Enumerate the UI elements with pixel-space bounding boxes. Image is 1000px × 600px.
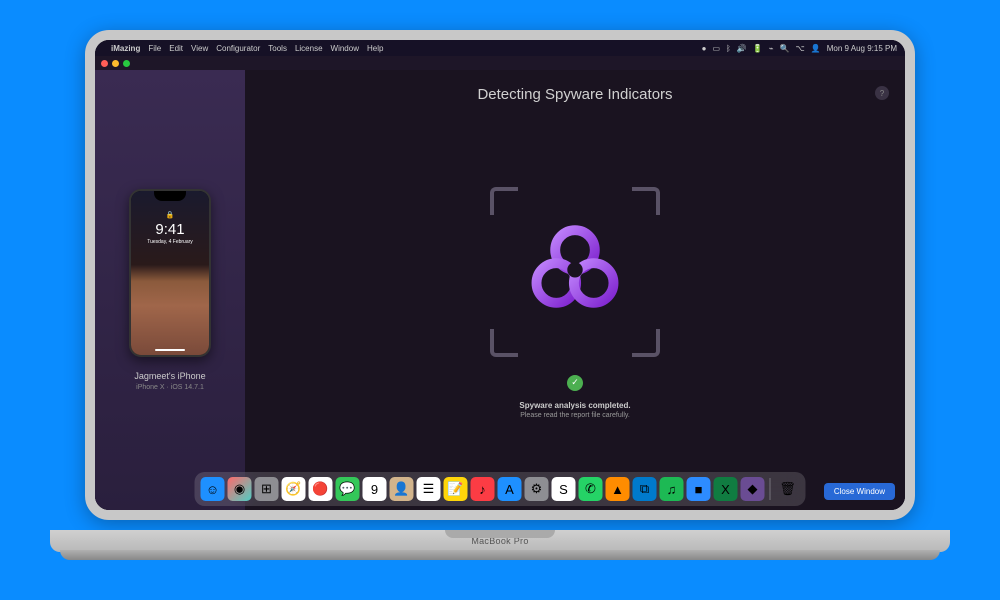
dock-contacts-icon[interactable]: 👤 xyxy=(390,477,414,501)
dock-whatsapp-icon[interactable]: ✆ xyxy=(579,477,603,501)
scan-frame xyxy=(490,187,660,357)
lock-icon: 🔒 xyxy=(166,211,175,219)
dock-safari-icon[interactable]: 🧭 xyxy=(282,477,306,501)
help-button[interactable]: ? xyxy=(875,86,889,100)
status-message-primary: Spyware analysis completed. xyxy=(519,401,630,410)
dock-opera-icon[interactable]: 🔴 xyxy=(309,477,333,501)
dock-spotify-icon[interactable]: ♫ xyxy=(660,477,684,501)
dock-launchpad-icon[interactable]: ⊞ xyxy=(255,477,279,501)
status-bluetooth-icon[interactable]: ᛒ xyxy=(726,44,731,53)
dock-settings-icon[interactable]: ⚙ xyxy=(525,477,549,501)
phone-lockscreen: 🔒 9:41 Tuesday, 4 February xyxy=(131,191,209,355)
status-message-secondary: Please read the report file carefully. xyxy=(520,412,630,419)
success-check-icon: ✓ xyxy=(567,375,583,391)
status-controlcenter-icon[interactable]: ⌥ xyxy=(796,44,805,53)
dock-reminders-icon[interactable]: ☰ xyxy=(417,477,441,501)
dock-zoom-icon[interactable]: ■ xyxy=(687,477,711,501)
menubar-datetime[interactable]: Mon 9 Aug 9:15 PM xyxy=(827,44,897,53)
device-info-label: iPhone X · iOS 14.7.1 xyxy=(136,384,204,391)
menu-file[interactable]: File xyxy=(148,44,161,53)
dock-appstore-icon[interactable]: A xyxy=(498,477,522,501)
dock-finder-icon[interactable]: ☺ xyxy=(201,477,225,501)
macos-menubar: iMazing File Edit View Configurator Tool… xyxy=(95,40,905,56)
status-display-icon[interactable]: ▭ xyxy=(712,44,720,53)
main-panel: Detecting Spyware Indicators ? xyxy=(245,70,905,510)
zoom-window-button[interactable] xyxy=(123,60,130,67)
dock-calendar-icon[interactable]: 9 xyxy=(363,477,387,501)
status-wifi-icon[interactable]: ⌁ xyxy=(769,44,774,53)
dock-imazing-icon[interactable]: ◆ xyxy=(741,477,765,501)
menubar-right: ● ▭ ᛒ 🔊 🔋 ⌁ 🔍 ⌥ 👤 Mon 9 Aug 9:15 PM xyxy=(702,44,897,53)
phone-notch xyxy=(154,191,186,201)
dock-skype-icon[interactable]: S xyxy=(552,477,576,501)
menubar-left: iMazing File Edit View Configurator Tool… xyxy=(103,44,383,53)
close-window-button[interactable] xyxy=(101,60,108,67)
dock-vlc-icon[interactable]: ▲ xyxy=(606,477,630,501)
device-preview[interactable]: 🔒 9:41 Tuesday, 4 February xyxy=(129,189,211,357)
app-name[interactable]: iMazing xyxy=(111,44,140,53)
frame-corner-br xyxy=(632,329,660,357)
frame-corner-tr xyxy=(632,187,660,215)
macos-dock: ☺◉⊞🧭🔴💬9👤☰📝♪A⚙S✆▲⧉♫■X◆ 🗑 xyxy=(195,472,806,506)
laptop-base: MacBook Pro xyxy=(50,530,950,552)
device-sidebar: 🔒 9:41 Tuesday, 4 February Jagmeet's iPh… xyxy=(95,70,245,510)
laptop-notch xyxy=(445,530,555,538)
minimize-window-button[interactable] xyxy=(112,60,119,67)
menu-view[interactable]: View xyxy=(191,44,208,53)
frame-corner-tl xyxy=(490,187,518,215)
menu-tools[interactable]: Tools xyxy=(268,44,287,53)
frame-corner-bl xyxy=(490,329,518,357)
imazing-window: 🔒 9:41 Tuesday, 4 February Jagmeet's iPh… xyxy=(95,56,905,510)
status-search-icon[interactable]: 🔍 xyxy=(780,44,790,53)
device-name-label: Jagmeet's iPhone xyxy=(134,371,205,381)
dock-trash-icon[interactable]: 🗑 xyxy=(776,477,800,501)
close-window-action-button[interactable]: Close Window xyxy=(824,483,895,500)
menu-configurator[interactable]: Configurator xyxy=(216,44,260,53)
dock-music-icon[interactable]: ♪ xyxy=(471,477,495,501)
dock-notes-icon[interactable]: 📝 xyxy=(444,477,468,501)
scan-result-area: ✓ Spyware analysis completed. Please rea… xyxy=(261,111,889,494)
biohazard-icon xyxy=(520,217,630,327)
dock-divider xyxy=(770,478,771,500)
status-record-icon[interactable]: ● xyxy=(702,44,707,53)
status-user-icon[interactable]: 👤 xyxy=(811,44,821,53)
panel-title: Detecting Spyware Indicators xyxy=(261,86,889,103)
home-indicator xyxy=(155,349,185,351)
menu-help[interactable]: Help xyxy=(367,44,383,53)
phone-date: Tuesday, 4 February xyxy=(147,239,193,245)
phone-time: 9:41 xyxy=(155,221,184,238)
dock-vscode-icon[interactable]: ⧉ xyxy=(633,477,657,501)
window-titlebar xyxy=(95,56,905,70)
menu-edit[interactable]: Edit xyxy=(169,44,183,53)
status-battery-icon[interactable]: 🔋 xyxy=(753,44,763,53)
menu-window[interactable]: Window xyxy=(331,44,359,53)
desktop: iMazing File Edit View Configurator Tool… xyxy=(95,40,905,510)
window-content: 🔒 9:41 Tuesday, 4 February Jagmeet's iPh… xyxy=(95,70,905,510)
dock-siri-icon[interactable]: ◉ xyxy=(228,477,252,501)
status-volume-icon[interactable]: 🔊 xyxy=(737,44,747,53)
menu-license[interactable]: License xyxy=(295,44,323,53)
dock-messages-icon[interactable]: 💬 xyxy=(336,477,360,501)
laptop-foot xyxy=(60,550,940,560)
dock-excel-icon[interactable]: X xyxy=(714,477,738,501)
screen-bezel: iMazing File Edit View Configurator Tool… xyxy=(85,30,915,520)
laptop-mockup: iMazing File Edit View Configurator Tool… xyxy=(85,30,915,570)
